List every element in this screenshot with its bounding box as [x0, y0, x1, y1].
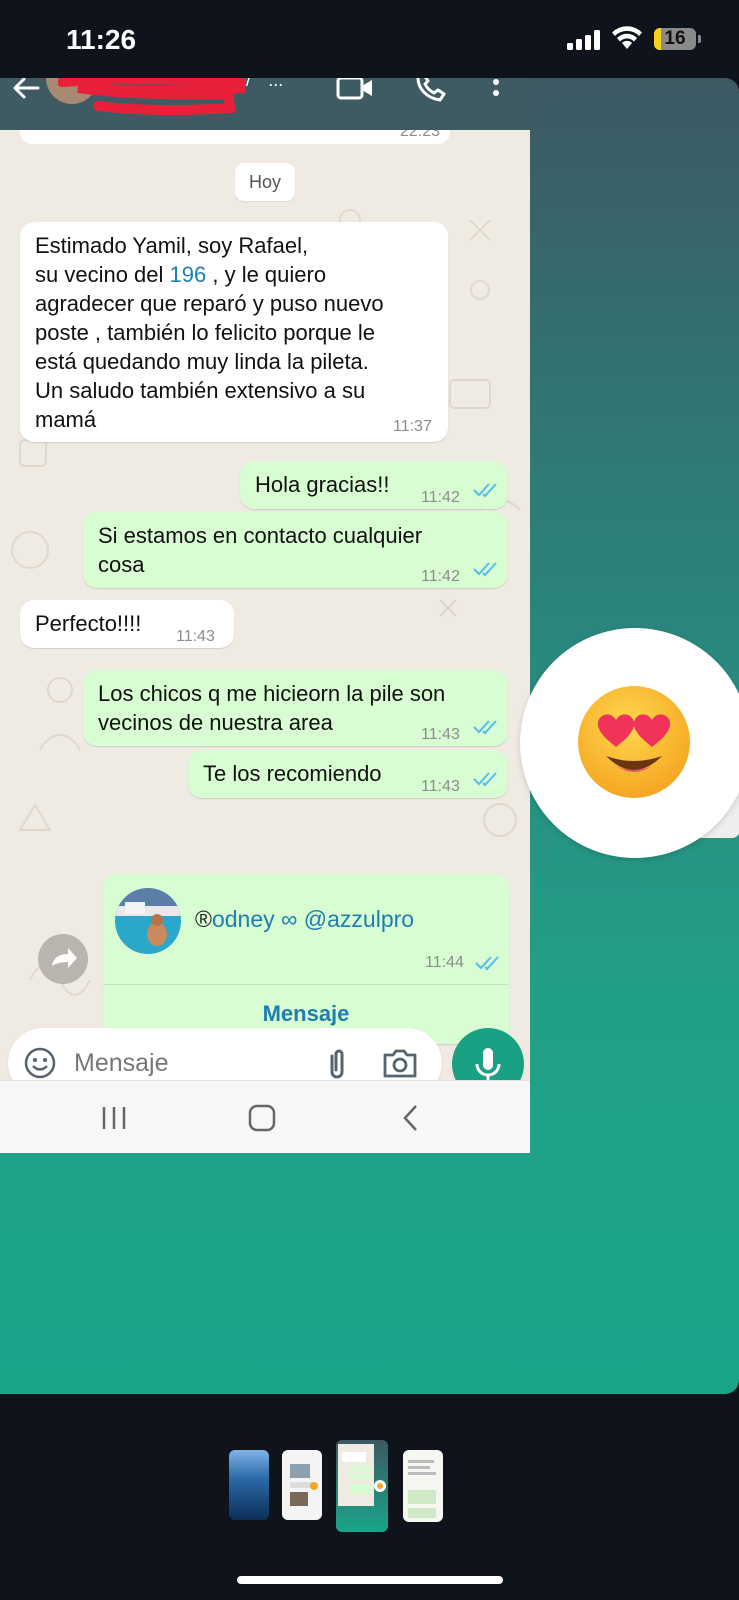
redaction-scribble — [58, 78, 246, 115]
thumbnail-preview — [338, 1444, 386, 1506]
battery-percentage: 16 — [664, 28, 686, 49]
emoji-icon[interactable] — [24, 1047, 56, 1079]
header-partial-text: / ° ... — [246, 78, 284, 90]
outgoing-message[interactable]: Si estamos en contacto cualquier cosa 11… — [83, 512, 508, 588]
story-thumbnail-active[interactable] — [336, 1440, 388, 1532]
contact-name-text: odney ∞ @azzulpro — [211, 906, 415, 932]
android-navigation-bar — [0, 1080, 530, 1153]
message-time: 11:44 — [425, 954, 464, 971]
home-indicator[interactable] — [237, 1576, 503, 1584]
message-time: 11:43 — [421, 778, 460, 795]
video-call-icon[interactable] — [336, 78, 374, 102]
shared-contact-name: ®odney ∞ @azzulpro — [195, 906, 414, 933]
message-segment: , y le quiero agradecer que reparó y pus… — [35, 262, 384, 432]
chat-area[interactable]: 22:23 Hoy Estimado Yamil, soy Rafael, su… — [0, 130, 530, 1080]
message-text: Estimado Yamil, soy Rafael, su vecino de… — [35, 231, 384, 434]
incoming-message[interactable]: Perfecto!!!! 11:43 — [20, 600, 234, 648]
previous-message-bubble: 22:23 — [20, 130, 450, 144]
read-receipt-icon — [473, 720, 497, 735]
story-card: / ° ... 22:23 Hoy Estimado Yamil, soy Ra… — [0, 78, 739, 1394]
back-arrow-icon[interactable] — [10, 78, 40, 102]
contact-photo — [115, 888, 181, 954]
chat-header: / ° ... — [0, 78, 530, 130]
message-time: 11:43 — [421, 726, 460, 743]
message-line: Estimado Yamil, soy Rafael, — [35, 233, 309, 258]
story-thumbnail[interactable] — [229, 1450, 269, 1520]
outgoing-message[interactable]: Te los recomiendo 11:43 — [188, 750, 508, 798]
story-thumbnail[interactable] — [403, 1450, 443, 1522]
status-bar: 11:26 16 — [0, 0, 739, 78]
forward-button[interactable] — [38, 934, 88, 984]
outgoing-message[interactable]: Los chicos q me hicieorn la pile son vec… — [83, 670, 508, 746]
thumbnail-preview — [290, 1464, 318, 1506]
read-receipt-icon — [473, 562, 497, 577]
message-time: 11:43 — [176, 628, 215, 645]
message-link[interactable]: 196 — [170, 262, 207, 287]
shared-contact-card[interactable]: ®odney ∞ @azzulpro 11:44 Mensaje — [103, 874, 509, 1044]
message-time: 11:42 — [421, 489, 460, 506]
message-input[interactable] — [74, 1043, 304, 1083]
attach-icon[interactable] — [324, 1046, 350, 1080]
message-segment: su vecino del — [35, 262, 170, 287]
camera-icon[interactable] — [382, 1047, 418, 1079]
message-text: Si estamos en contacto cualquier cosa — [98, 523, 423, 577]
phone-icon[interactable] — [414, 78, 446, 104]
read-receipt-icon — [473, 483, 497, 498]
nav-home-icon[interactable] — [248, 1104, 276, 1132]
thumbnail-preview — [408, 1460, 436, 1518]
message-text: Los chicos q me hicieorn la pile son vec… — [98, 681, 446, 735]
battery-nub — [698, 35, 701, 43]
nav-recents-icon[interactable] — [100, 1105, 128, 1131]
status-time: 11:26 — [66, 24, 137, 55]
contact-name-prefix: ® — [195, 906, 212, 932]
date-separator: Hoy — [235, 163, 295, 201]
more-vert-icon[interactable] — [490, 78, 502, 102]
incoming-message[interactable]: Estimado Yamil, soy Rafael, su vecino de… — [20, 222, 448, 442]
story-thumbnails — [0, 1440, 739, 1540]
message-time: 22:23 — [399, 130, 440, 140]
wifi-icon — [612, 26, 642, 49]
message-text: Perfecto!!!! — [35, 611, 142, 636]
cellular-signal-icon — [567, 30, 600, 50]
message-text: Hola gracias!! — [255, 472, 390, 497]
forward-icon — [52, 948, 77, 968]
heart-eyes-emoji-icon — [578, 686, 690, 798]
divider — [103, 984, 509, 985]
message-time: 11:37 — [393, 418, 432, 435]
message-text: Te los recomiendo — [203, 761, 382, 786]
battery-indicator: 16 — [654, 28, 696, 50]
read-receipt-icon — [475, 956, 499, 971]
read-receipt-icon — [473, 772, 497, 787]
message-time: 11:42 — [421, 568, 460, 585]
emoji-sticker[interactable] — [520, 628, 739, 858]
nav-back-icon[interactable] — [402, 1104, 418, 1132]
story-thumbnail[interactable] — [282, 1450, 322, 1520]
outgoing-message[interactable]: Hola gracias!! 11:42 — [240, 461, 508, 509]
shared-contact-avatar[interactable] — [115, 888, 181, 954]
